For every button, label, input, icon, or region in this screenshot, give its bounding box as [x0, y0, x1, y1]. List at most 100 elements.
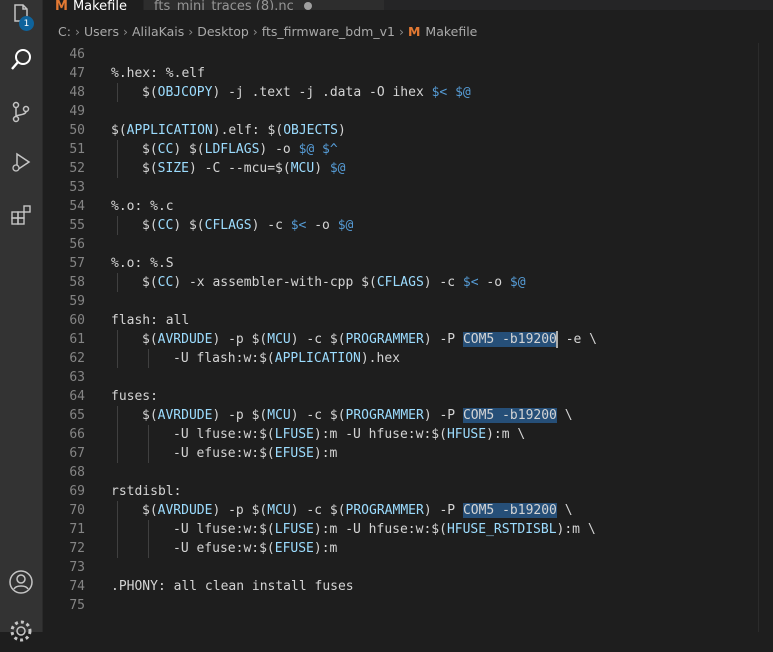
code-token: ) -p $(: [212, 503, 268, 518]
code-line[interactable]: 51 $(CC) $(LDFLAGS) -o $@ $^: [43, 140, 773, 159]
code-line[interactable]: 66 -U lfuse:w:$(LFUSE):m -U hfuse:w:$(HFU…: [43, 425, 773, 444]
line-number: 63: [69, 370, 85, 385]
code-line[interactable]: 70 $(AVRDUDE) -p $(MCU) -c $(PROGRAMMER) …: [43, 501, 773, 520]
line-number: 60: [69, 313, 85, 328]
code-line[interactable]: 59: [43, 292, 773, 311]
breadcrumb-item[interactable]: Desktop: [197, 24, 249, 39]
account-icon[interactable]: [0, 561, 42, 603]
indent-guide: [117, 425, 118, 444]
code-line[interactable]: 64 fuses:: [43, 387, 773, 406]
source-control-icon[interactable]: [0, 91, 42, 133]
line-number: 56: [69, 237, 85, 252]
code-line[interactable]: 58 $(CC) -x assembler-with-cpp $(CFLAGS) …: [43, 273, 773, 292]
code-text: -U flash:w:$(APPLICATION).hex: [173, 349, 400, 368]
breadcrumb-item[interactable]: C:: [58, 24, 71, 39]
chevron-right-icon: ›: [74, 23, 80, 39]
chevron-right-icon: ›: [122, 23, 128, 39]
tab-label: Makefile: [72, 0, 127, 10]
line-number: 62: [69, 351, 85, 366]
tab-fts-mini-traces[interactable]: fts_mini_traces (8).nc: [144, 0, 384, 10]
code-text: $(AVRDUDE) -p $(MCU) -c $(PROGRAMMER) -P…: [142, 406, 573, 425]
code-token: ) -P: [423, 408, 463, 423]
code-line[interactable]: 61 $(AVRDUDE) -p $(MCU) -c $(PROGRAMMER) …: [43, 330, 773, 349]
code-line[interactable]: 53: [43, 178, 773, 197]
code-token: $(: [142, 218, 158, 233]
code-line[interactable]: 63: [43, 368, 773, 387]
search-icon[interactable]: [0, 39, 42, 81]
code-token: $(: [142, 161, 158, 176]
code-line[interactable]: 50 $(APPLICATION).elf: $(OBJECTS): [43, 121, 773, 140]
breadcrumb-item[interactable]: AlilaKais: [132, 24, 184, 39]
code-line[interactable]: 60 flash: all: [43, 311, 773, 330]
code-line[interactable]: 46: [43, 45, 773, 64]
code-token: -U lfuse:w:$(: [173, 427, 275, 442]
variable-token: SIZE: [157, 161, 189, 176]
code-token: -o: [478, 275, 510, 290]
code-line[interactable]: 65 $(AVRDUDE) -p $(MCU) -c $(PROGRAMMER) …: [43, 406, 773, 425]
code-token: -o: [306, 218, 338, 233]
code-line[interactable]: 71 -U lfuse:w:$(LFUSE):m -U hfuse:w:$(HFU…: [43, 520, 773, 539]
variable-token: LFUSE: [274, 427, 314, 442]
indent-guide: [117, 520, 118, 539]
code-line[interactable]: 55 $(CC) $(CFLAGS) -c $< -o $@: [43, 216, 773, 235]
code-line[interactable]: 74 .PHONY: all clean install fuses: [43, 577, 773, 596]
variable-token: CC: [157, 142, 174, 157]
variable-token: EFUSE: [274, 541, 314, 556]
variable-token: AVRDUDE: [157, 332, 213, 347]
code-line[interactable]: 62 -U flash:w:$(APPLICATION).hex: [43, 349, 773, 368]
code-token: flash: all: [111, 313, 190, 328]
code-line[interactable]: 49: [43, 102, 773, 121]
breadcrumb-item[interactable]: Makefile: [425, 24, 477, 39]
code-token: ).elf: $(: [212, 123, 284, 138]
code-text: fuses:: [111, 387, 158, 406]
code-line[interactable]: 57 %.o: %.S: [43, 254, 773, 273]
code-text: $(SIZE) -C --mcu=$(MCU) $@: [142, 159, 346, 178]
automatic-variable-token: $<: [290, 218, 307, 233]
code-text: $(CC) $(CFLAGS) -c $< -o $@: [142, 216, 353, 235]
code-token: fuses:: [111, 389, 158, 404]
variable-token: PROGRAMMER: [345, 332, 424, 347]
code-token: %.o: %.c: [111, 199, 174, 214]
extensions-icon[interactable]: [0, 194, 42, 236]
chevron-right-icon: ›: [188, 23, 194, 39]
code-line[interactable]: 47 %.hex: %.elf: [43, 64, 773, 83]
breadcrumb-item[interactable]: fts_firmware_bdm_v1: [262, 24, 395, 39]
code-token: $(: [142, 503, 158, 518]
code-token: $(: [111, 123, 127, 138]
settings-gear-icon[interactable]: [0, 610, 42, 652]
tab-makefile[interactable]: M Makefile: [43, 0, 144, 10]
code-line[interactable]: 54 %.o: %.c: [43, 197, 773, 216]
code-token: -U flash:w:$(: [173, 351, 275, 366]
code-line[interactable]: 73: [43, 558, 773, 577]
highlighted-text: COM5 -b19200: [462, 503, 557, 518]
automatic-variable-token: $@: [329, 161, 346, 176]
code-editor[interactable]: 46 47 %.hex: %.elf 48 $(OBJCOPY) -j .text -j…: [43, 43, 773, 632]
code-text: %.o: %.S: [111, 254, 174, 273]
modified-dot-icon[interactable]: [303, 2, 312, 10]
highlighted-text: COM5 -b19200: [462, 408, 557, 423]
code-line[interactable]: 69 rstdisbl:: [43, 482, 773, 501]
run-debug-icon[interactable]: [0, 141, 42, 183]
variable-token: OBJCOPY: [157, 85, 213, 100]
code-line[interactable]: 48 $(OBJCOPY) -j .text -j .data -O ihex $…: [43, 83, 773, 102]
code-line[interactable]: 72 -U efuse:w:$(EFUSE):m: [43, 539, 773, 558]
indent-guide: [117, 330, 118, 349]
code-token: ):m \: [486, 427, 526, 442]
code-line[interactable]: 52 $(SIZE) -C --mcu=$(MCU) $@: [43, 159, 773, 178]
breadcrumb-item[interactable]: Users: [84, 24, 119, 39]
code-line[interactable]: 67 -U efuse:w:$(EFUSE):m: [43, 444, 773, 463]
code-token: ).hex: [360, 351, 400, 366]
code-text: -U lfuse:w:$(LFUSE):m -U hfuse:w:$(HFUSE…: [173, 425, 525, 444]
code-line[interactable]: 75: [43, 596, 773, 615]
line-number: 66: [69, 427, 85, 442]
line-number: 49: [69, 104, 85, 119]
indent-guide: [148, 444, 149, 463]
code-line[interactable]: 68: [43, 463, 773, 482]
code-text: $(OBJCOPY) -j .text -j .data -O ihex $< …: [142, 83, 471, 102]
line-number: 64: [69, 389, 85, 404]
code-line[interactable]: 56: [43, 235, 773, 254]
variable-token: CFLAGS: [204, 218, 252, 233]
editor-scrollbar[interactable]: [758, 43, 773, 632]
code-token: .PHONY: all clean install fuses: [111, 579, 354, 594]
